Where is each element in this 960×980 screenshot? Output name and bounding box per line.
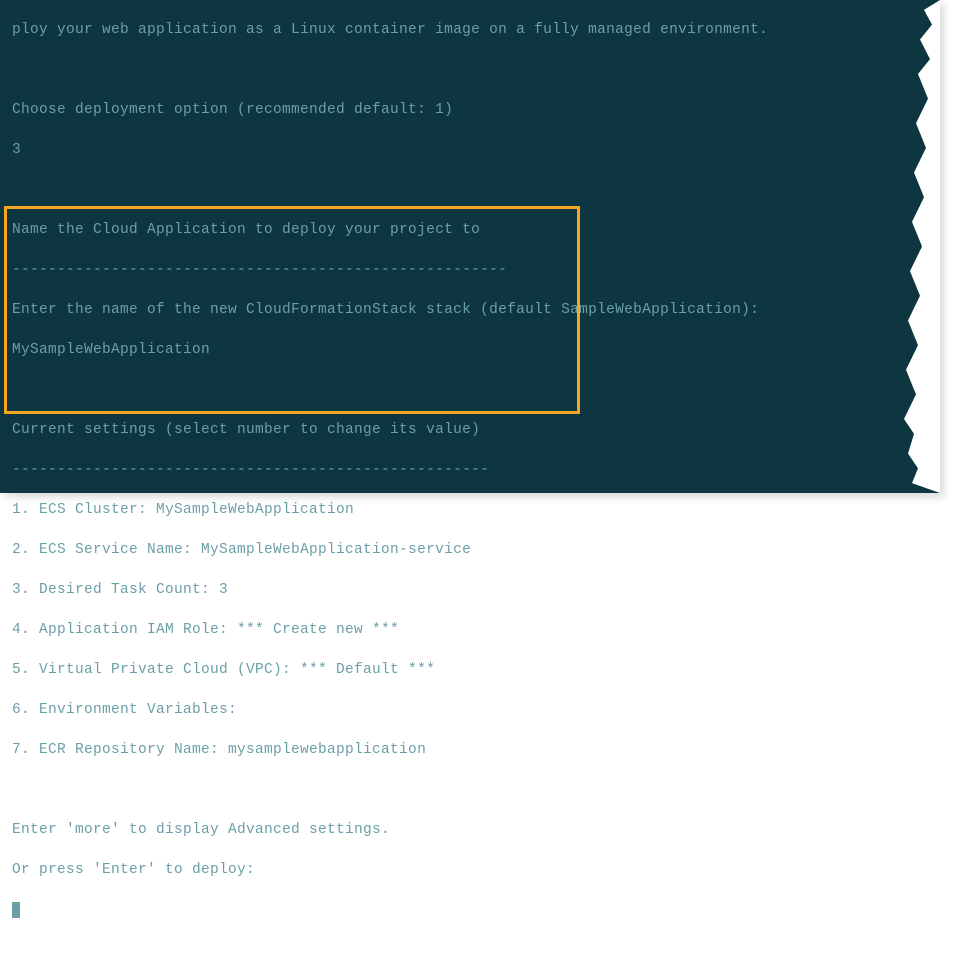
setting-task-count[interactable]: 3. Desired Task Count: 3	[12, 580, 928, 600]
setting-env-vars[interactable]: 6. Environment Variables:	[12, 700, 928, 720]
blank-line	[12, 60, 928, 80]
setting-ecs-cluster[interactable]: 1. ECS Cluster: MySampleWebApplication	[12, 500, 928, 520]
blank-line	[12, 780, 928, 800]
prompt-name-app: Name the Cloud Application to deploy you…	[12, 220, 928, 240]
output-line: ploy your web application as a Linux con…	[12, 20, 928, 40]
user-input-stack-name[interactable]: MySampleWebApplication	[12, 340, 928, 360]
blank-line	[12, 380, 928, 400]
divider: ----------------------------------------…	[12, 260, 928, 280]
prompt-choose-option: Choose deployment option (recommended de…	[12, 100, 928, 120]
user-input-option[interactable]: 3	[12, 140, 928, 160]
cursor-line[interactable]	[12, 900, 928, 920]
terminal-cursor	[12, 902, 20, 918]
prompt-stack-name: Enter the name of the new CloudFormation…	[12, 300, 928, 320]
setting-ecs-service[interactable]: 2. ECS Service Name: MySampleWebApplicat…	[12, 540, 928, 560]
setting-vpc[interactable]: 5. Virtual Private Cloud (VPC): *** Defa…	[12, 660, 928, 680]
setting-ecr-repo[interactable]: 7. ECR Repository Name: mysamplewebappli…	[12, 740, 928, 760]
hint-deploy: Or press 'Enter' to deploy:	[12, 860, 928, 880]
divider: ----------------------------------------…	[12, 460, 928, 480]
terminal-window[interactable]: ploy your web application as a Linux con…	[0, 0, 940, 493]
blank-line	[12, 180, 928, 200]
setting-iam-role[interactable]: 4. Application IAM Role: *** Create new …	[12, 620, 928, 640]
hint-more: Enter 'more' to display Advanced setting…	[12, 820, 928, 840]
settings-header: Current settings (select number to chang…	[12, 420, 928, 440]
